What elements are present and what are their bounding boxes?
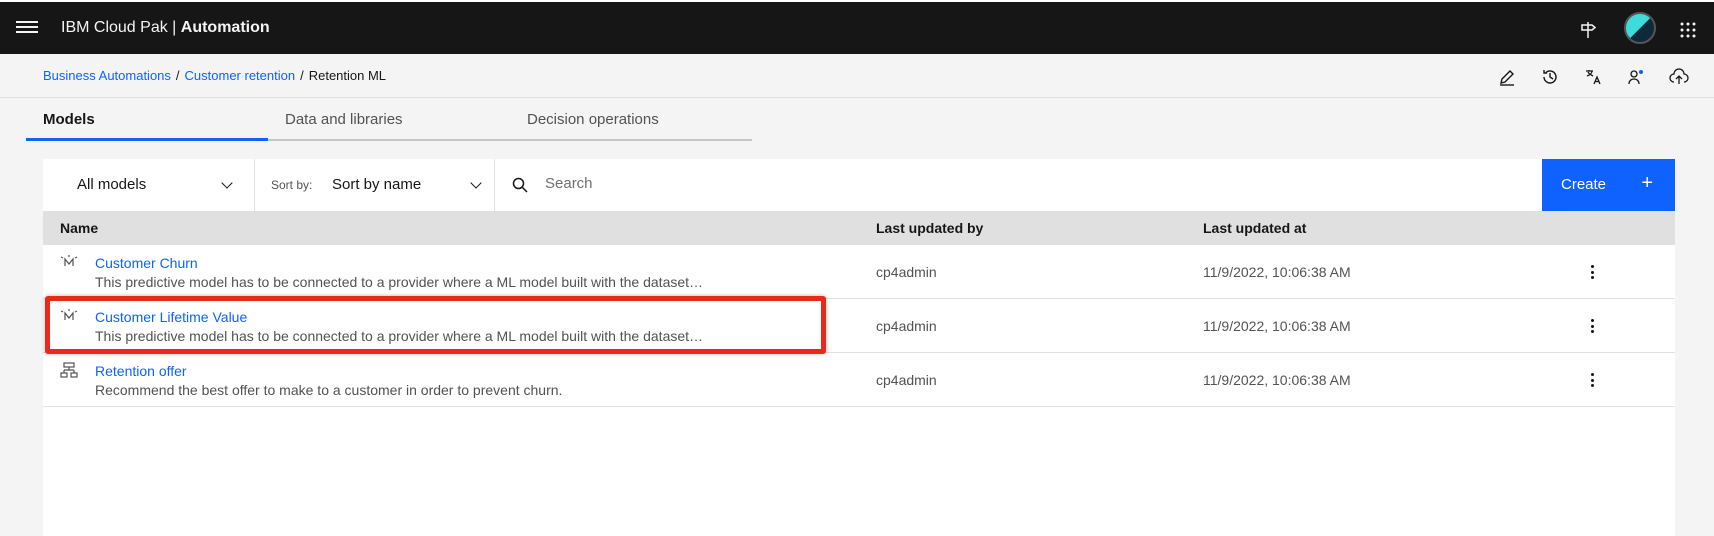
sort-value: Sort by name	[332, 176, 422, 193]
last-updated-by: cp4admin	[876, 318, 937, 334]
menu-icon[interactable]	[16, 18, 38, 38]
avatar[interactable]	[1624, 12, 1656, 44]
history-icon[interactable]	[1538, 65, 1562, 89]
column-header-last-updated-by[interactable]: Last updated by	[876, 220, 983, 236]
search-field[interactable]	[495, 159, 1585, 211]
add-icon: +	[1641, 172, 1653, 194]
column-header-name[interactable]: Name	[60, 220, 98, 236]
model-filter-value: All models	[77, 176, 147, 193]
breadcrumb-bar: Business Automations / Customer retention /…	[0, 54, 1714, 98]
table-row[interactable]: Retention offer Recommend the best offer…	[43, 353, 1675, 407]
overflow-menu-icon[interactable]	[1584, 260, 1600, 284]
search-icon	[512, 177, 528, 193]
ml-model-icon	[60, 254, 78, 270]
chevron-down-icon	[470, 177, 482, 189]
edit-icon[interactable]	[1495, 65, 1519, 89]
table-row[interactable]: Customer Churn This predictive model has…	[43, 245, 1675, 299]
tab-decision-operations[interactable]: Decision operations	[510, 98, 752, 141]
deploy-icon[interactable]	[1667, 65, 1691, 89]
last-updated-by: cp4admin	[876, 264, 937, 280]
last-updated-at: 11/9/2022, 10:06:38 AM	[1203, 264, 1351, 280]
signpost-icon[interactable]	[1570, 12, 1606, 48]
tab-data-and-libraries[interactable]: Data and libraries	[268, 98, 510, 141]
top-navigation-bar: IBM Cloud Pak | Automation	[0, 0, 1714, 54]
chevron-down-icon	[221, 177, 233, 189]
tab-list: Models Data and libraries Decision opera…	[26, 98, 752, 141]
model-description: Recommend the best offer to make to a cu…	[95, 382, 563, 398]
overflow-menu-icon[interactable]	[1584, 368, 1600, 392]
model-filter-dropdown[interactable]: All models	[43, 159, 254, 211]
create-button-label: Create	[1561, 176, 1607, 193]
last-updated-at: 11/9/2022, 10:06:38 AM	[1203, 318, 1351, 334]
column-header-last-updated-at[interactable]: Last updated at	[1203, 220, 1306, 236]
product-name: IBM Cloud Pak | Automation	[61, 19, 270, 36]
breadcrumb: Business Automations / Customer retention /…	[43, 68, 387, 83]
search-input[interactable]	[545, 175, 1445, 192]
table-header: Name Last updated by Last updated at	[43, 211, 1675, 245]
breadcrumb-current: Retention ML	[308, 68, 387, 83]
app-switcher-icon[interactable]	[1670, 12, 1706, 48]
breadcrumb-customer-retention[interactable]: Customer retention	[185, 68, 296, 83]
decision-model-icon	[60, 362, 78, 378]
model-description: This predictive model has to be connecte…	[95, 274, 704, 290]
translate-icon[interactable]	[1581, 65, 1605, 89]
last-updated-at: 11/9/2022, 10:06:38 AM	[1203, 372, 1351, 388]
sort-label: Sort by:	[271, 178, 313, 192]
user-access-icon[interactable]	[1624, 65, 1648, 89]
overflow-menu-icon[interactable]	[1584, 314, 1600, 338]
model-name-link[interactable]: Retention offer	[95, 363, 187, 379]
breadcrumb-business-automations[interactable]: Business Automations	[43, 68, 171, 83]
create-button[interactable]: Create +	[1542, 159, 1675, 211]
model-name-link[interactable]: Customer Churn	[95, 255, 198, 271]
table-toolbar: All models Sort by: Sort by name Create …	[43, 159, 1675, 211]
last-updated-by: cp4admin	[876, 372, 937, 388]
sort-dropdown[interactable]: Sort by: Sort by name	[255, 159, 494, 211]
highlight-annotation	[45, 296, 826, 354]
tab-models[interactable]: Models	[26, 98, 268, 141]
